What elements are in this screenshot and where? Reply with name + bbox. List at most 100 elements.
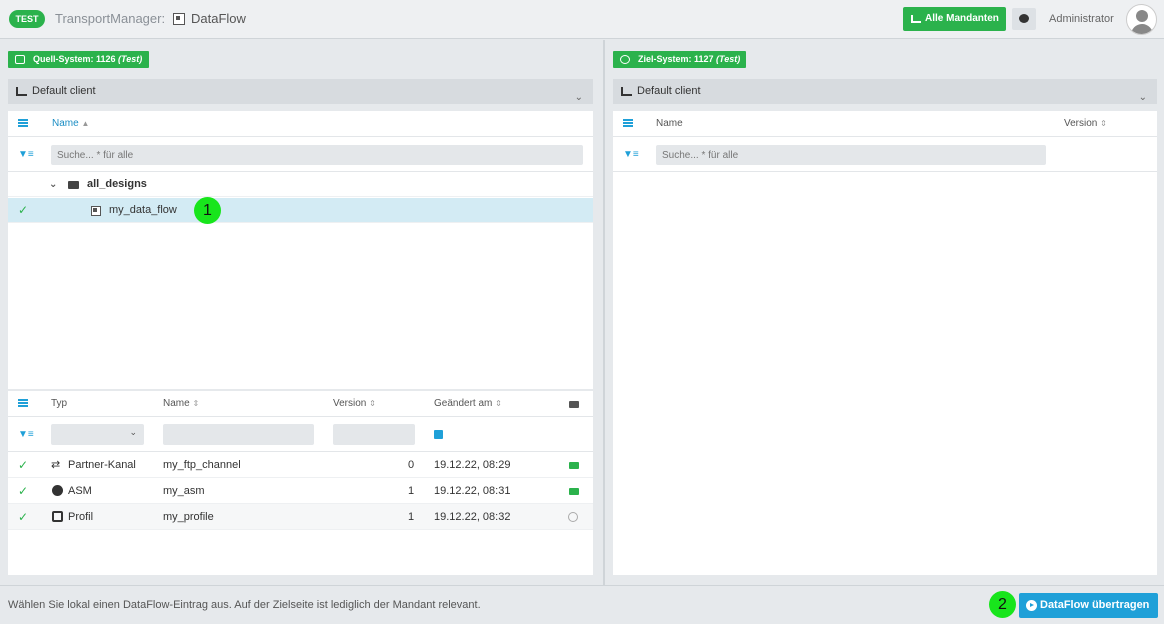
row-changed: 19.12.22, 08:32 [434, 511, 511, 523]
source-tree-filter: ▼≡ [8, 137, 593, 172]
truck-icon[interactable] [569, 488, 579, 495]
target-tree-filter: ▼≡ [613, 137, 1157, 172]
target-icon [620, 55, 630, 64]
user-icon-body [1131, 24, 1153, 34]
row-version: 1 [408, 511, 415, 523]
page-title: DataFlow [191, 11, 246, 26]
row-name: my_asm [163, 485, 205, 497]
col-name-label: Name [163, 398, 190, 409]
top-bar: TEST TransportManager: DataFlow Alle Man… [0, 0, 1164, 39]
col-changed-header[interactable]: Geändert am ⇕ [434, 391, 502, 417]
table-row[interactable]: ✓ ASM my_asm 1 19.12.22, 08:31 [8, 478, 593, 504]
check-icon: ✓ [18, 484, 29, 498]
play-circle-icon [1026, 600, 1037, 611]
factory-icon [16, 87, 27, 96]
tree-folder-label: all_designs [87, 178, 147, 190]
col-version-label: Version [333, 398, 367, 409]
columns-menu-icon[interactable] [18, 119, 28, 127]
version-filter-input[interactable] [333, 424, 415, 445]
avatar[interactable] [1126, 4, 1157, 35]
col-type-header[interactable]: Typ [51, 391, 67, 417]
filter-icon[interactable]: ▼≡ [623, 149, 639, 160]
tree-item-row[interactable]: ✓ my_data_flow [8, 198, 593, 223]
chevron-down-icon[interactable]: ⌄ [49, 172, 57, 197]
sort-icon: ⇕ [192, 399, 200, 408]
target-tree: Name Version ⇕ ▼≡ [613, 111, 1157, 575]
all-clients-button[interactable]: Alle Mandanten [903, 7, 1006, 31]
col-name-header[interactable]: Name ⇕ [163, 391, 199, 417]
chat-button[interactable] [1012, 8, 1036, 30]
object-list-filter: ▼≡ ⌄ [8, 417, 593, 452]
sign-out-icon [15, 55, 25, 64]
chevron-down-icon: ⌄ [1138, 92, 1147, 103]
col-name-header[interactable]: Name [656, 111, 683, 137]
exchange-icon: ⇄ [51, 459, 61, 471]
col-name-header[interactable]: Name ▲ [52, 111, 89, 137]
filter-icon[interactable]: ▼≡ [18, 429, 34, 440]
user-name[interactable]: Administrator [1049, 13, 1114, 25]
ban-icon [568, 512, 578, 522]
target-client-select[interactable]: Default client ⌄ [613, 79, 1157, 104]
columns-menu-icon[interactable] [18, 399, 28, 407]
panel-divider[interactable] [603, 40, 605, 585]
row-changed: 19.12.22, 08:31 [434, 485, 511, 497]
env-badge: TEST [9, 10, 45, 28]
source-system-label: Quell-System: 1126 (Test) [8, 51, 149, 68]
chip-icon [52, 511, 63, 522]
target-client-label: Default client [637, 85, 701, 97]
sort-asc-icon: ▲ [81, 119, 90, 128]
row-type: ASM [68, 485, 92, 497]
truck-icon [569, 401, 579, 408]
target-system-label: Ziel-System: 1127 (Test) [613, 51, 746, 68]
chevron-down-icon: ⌄ [129, 427, 137, 437]
step-marker-1: 1 [194, 197, 221, 224]
col-version-header[interactable]: Version ⇕ [1064, 111, 1107, 137]
comment-icon [1019, 14, 1029, 23]
row-version: 1 [408, 485, 415, 497]
calendar-icon[interactable] [434, 430, 443, 439]
tree-folder-row[interactable]: ⌄ all_designs [8, 172, 593, 197]
check-icon: ✓ [18, 458, 29, 472]
col-version-label: Version [1064, 118, 1098, 129]
step-marker-2: 2 [989, 591, 1016, 618]
user-icon [1136, 10, 1148, 22]
row-type: Profil [68, 511, 94, 523]
name-filter-input[interactable] [163, 424, 314, 445]
transfer-dataflow-button[interactable]: DataFlow übertragen [1019, 593, 1158, 618]
dataflow-icon [173, 13, 185, 25]
columns-menu-icon[interactable] [623, 119, 633, 127]
filter-icon[interactable]: ▼≡ [18, 149, 34, 160]
row-name: my_profile [163, 511, 214, 523]
sort-icon: ⇕ [369, 399, 376, 408]
table-row[interactable]: ✓ Profil my_profile 1 19.12.22, 08:32 [8, 504, 593, 530]
row-changed: 19.12.22, 08:29 [434, 459, 511, 471]
object-list-header: Typ Name ⇕ Version ⇕ Geändert am ⇕ [8, 391, 593, 417]
row-version: 0 [408, 459, 415, 471]
source-system-text: Quell-System: 1126 [33, 54, 119, 64]
factory-icon [911, 15, 921, 23]
app-title: TransportManager: [55, 11, 166, 26]
source-object-list: Typ Name ⇕ Version ⇕ Geändert am ⇕ ▼≡ ⌄ … [8, 391, 593, 575]
col-name-label: Name [52, 118, 79, 129]
dataflow-icon [91, 206, 101, 216]
transfer-label: DataFlow übertragen [1040, 599, 1150, 611]
table-row[interactable]: ✓ ⇄ Partner-Kanal my_ftp_channel 0 19.12… [8, 452, 593, 478]
check-icon: ✓ [18, 203, 29, 217]
sort-icon: ⇕ [495, 399, 502, 408]
col-changed-label: Geändert am [434, 398, 493, 409]
target-search-input[interactable] [656, 145, 1046, 165]
folder-open-icon [68, 181, 79, 189]
col-version-header[interactable]: Version ⇕ [333, 391, 376, 417]
target-system-text: Ziel-System: 1127 [638, 54, 717, 64]
row-type: Partner-Kanal [68, 459, 136, 471]
check-icon: ✓ [18, 510, 29, 524]
truck-icon[interactable] [569, 462, 579, 469]
footer-hint: Wählen Sie lokal einen DataFlow-Eintrag … [8, 599, 481, 611]
target-tree-header: Name Version ⇕ [613, 111, 1157, 137]
row-name: my_ftp_channel [163, 459, 241, 471]
source-search-input[interactable] [51, 145, 583, 165]
source-client-select[interactable]: Default client ⌄ [8, 79, 593, 104]
target-system-env: (Test) [716, 54, 741, 64]
type-filter-select[interactable]: ⌄ [51, 424, 144, 445]
chevron-down-icon: ⌄ [574, 92, 583, 103]
